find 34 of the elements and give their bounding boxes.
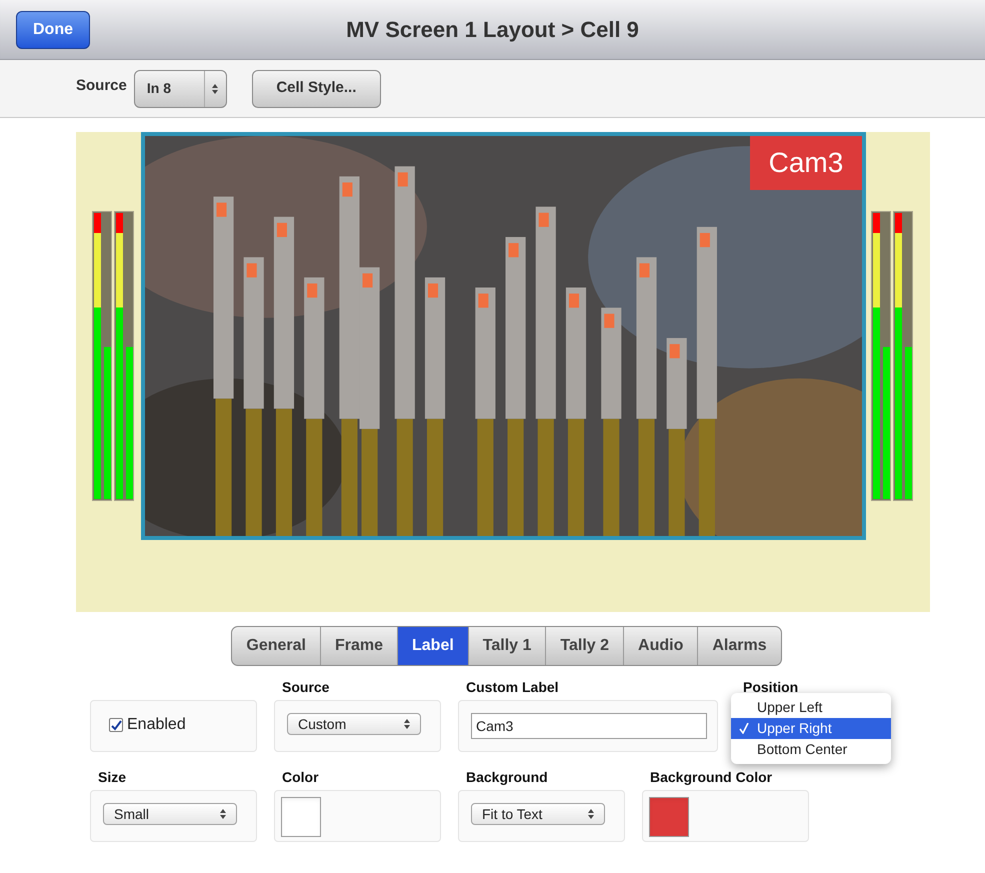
checkbox-label: Enabled [127, 715, 186, 735]
field-heading: Position [743, 678, 798, 697]
stepper-icon [588, 809, 594, 819]
tab[interactable]: Label [397, 627, 468, 665]
tab[interactable]: General [232, 627, 320, 665]
input-field[interactable]: Cam3 [471, 713, 707, 739]
field-heading: Color [282, 768, 319, 787]
stepper-icon [404, 719, 410, 729]
tab[interactable]: Audio [623, 627, 698, 665]
color-swatch[interactable] [649, 797, 689, 837]
tab[interactable]: Tally 2 [545, 627, 624, 665]
field-heading: Size [98, 768, 126, 787]
menu-item[interactable]: Upper Right [731, 718, 891, 739]
source-dropdown[interactable]: In 8 [134, 70, 227, 108]
color-swatch[interactable] [281, 797, 321, 837]
source-label: Source [76, 76, 127, 96]
menu-item[interactable]: Bottom Center [731, 739, 891, 760]
field-heading: Source [282, 678, 330, 697]
menu-item[interactable]: Upper Left [731, 697, 891, 718]
done-button[interactable]: Done [16, 10, 90, 48]
field-heading: Background [466, 768, 548, 787]
dropdown[interactable]: Custom [287, 713, 421, 735]
field-heading: Background Color [650, 768, 772, 787]
dropdown[interactable]: Small [103, 803, 237, 825]
cam-label: Cam3 [750, 136, 862, 190]
cell-style-button[interactable]: Cell Style... [252, 70, 381, 108]
checkmark-icon [739, 723, 749, 734]
window-title: MV Screen 1 Layout > Cell 9 [346, 16, 639, 44]
tab[interactable]: Tally 1 [468, 627, 546, 665]
dropdown[interactable]: Fit to Text [471, 803, 605, 825]
stepper-icon [220, 809, 226, 819]
checkbox[interactable] [109, 718, 123, 732]
field-heading: Custom Label [466, 678, 559, 697]
tab[interactable]: Alarms [697, 627, 781, 665]
